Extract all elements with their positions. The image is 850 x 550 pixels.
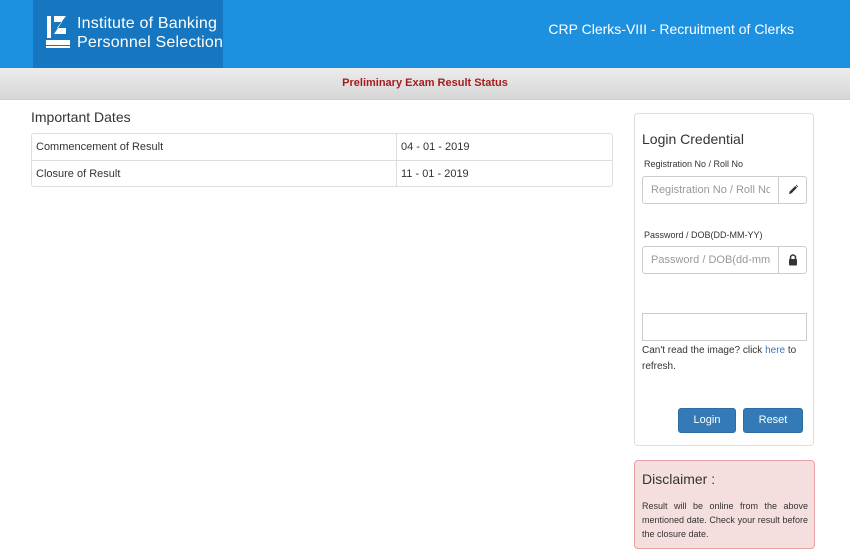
captcha-input-box <box>642 313 807 341</box>
section-bar: Preliminary Exam Result Status <box>0 68 850 100</box>
date-label: Closure of Result <box>32 160 396 186</box>
reset-button[interactable]: Reset <box>743 408 803 433</box>
registration-label: Registration No / Roll No <box>644 159 744 169</box>
disclaimer-title: Disclaimer : <box>642 471 716 487</box>
registration-input-group <box>642 176 807 204</box>
password-input-group <box>642 246 807 274</box>
disclaimer-box: Disclaimer : Result will be online from … <box>634 460 815 549</box>
ibps-logo-icon <box>46 16 70 48</box>
ibps-logo[interactable]: Institute of Banking Personnel Selection <box>33 0 223 68</box>
header: Institute of Banking Personnel Selection… <box>0 0 850 68</box>
logo-text-line-2: Personnel Selection <box>77 34 224 51</box>
pencil-icon <box>778 177 806 203</box>
important-dates-heading: Important Dates <box>31 109 131 125</box>
date-value: 11 - 01 - 2019 <box>396 160 612 186</box>
captcha-help-text: Can't read the image? click <box>642 345 766 356</box>
password-input[interactable] <box>643 247 778 273</box>
table-row: Commencement of Result 04 - 01 - 2019 <box>32 134 612 160</box>
disclaimer-text: Result will be online from the above men… <box>642 501 808 539</box>
table-row: Closure of Result 11 - 01 - 2019 <box>32 160 612 186</box>
section-title: Preliminary Exam Result Status <box>342 77 508 89</box>
page-title: CRP Clerks-VIII - Recruitment of Clerks <box>548 21 794 37</box>
lock-icon <box>778 247 806 273</box>
captcha-input[interactable] <box>643 314 806 340</box>
captcha-help: Can't read the image? click here to refr… <box>642 343 807 375</box>
captcha-refresh-link[interactable]: here <box>765 345 785 356</box>
logo-text-line-1: Institute of Banking <box>77 15 218 32</box>
important-dates-table: Commencement of Result 04 - 01 - 2019 Cl… <box>31 133 613 187</box>
date-value: 04 - 01 - 2019 <box>396 134 612 160</box>
password-label: Password / DOB(DD-MM-YY) <box>644 230 763 240</box>
login-button[interactable]: Login <box>678 408 736 433</box>
registration-input[interactable] <box>643 177 778 203</box>
login-panel: Login Credential Registration No / Roll … <box>634 113 814 446</box>
login-title: Login Credential <box>642 131 744 147</box>
date-label: Commencement of Result <box>36 141 164 153</box>
